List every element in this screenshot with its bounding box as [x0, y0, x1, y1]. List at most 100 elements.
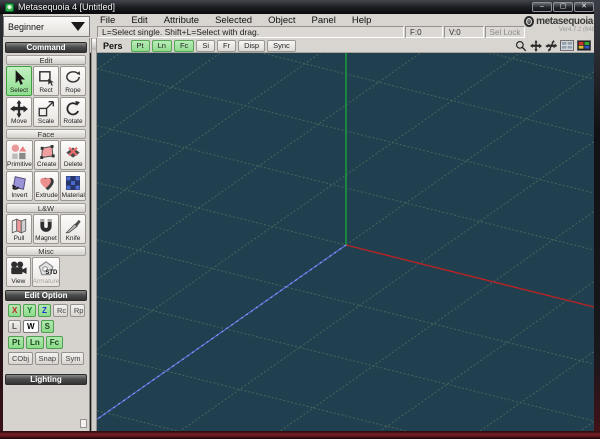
viewport-toggle-fc[interactable]: Fc: [173, 39, 195, 52]
close-button[interactable]: ✕: [574, 2, 594, 12]
menu-attribute[interactable]: Attribute: [156, 15, 207, 26]
window-border-bottom: [0, 431, 600, 439]
maximize-button[interactable]: ▢: [553, 2, 573, 12]
create-button[interactable]: Create: [33, 140, 60, 170]
option-w-toggle[interactable]: W: [23, 320, 39, 333]
option-l-toggle[interactable]: L: [8, 320, 21, 333]
magnet-button[interactable]: Magnet: [33, 214, 59, 244]
minimize-button[interactable]: –: [532, 2, 552, 12]
orbit-icon[interactable]: [545, 39, 558, 52]
viewport-toggle-pt[interactable]: Pt: [130, 39, 150, 52]
menu-panel[interactable]: Panel: [304, 15, 344, 26]
viewport-toggle-sync[interactable]: Sync: [267, 39, 296, 52]
scale-icon: [37, 100, 55, 118]
option-x-toggle[interactable]: X: [8, 304, 21, 317]
panel-resize-grip[interactable]: [80, 419, 87, 428]
mode-dropdown[interactable]: Beginner: [3, 16, 90, 37]
select-icon: [10, 69, 28, 87]
edit-option-row-3: Pt Ln Fc: [8, 336, 85, 349]
viewport-header: Pers Pt Ln Fc Si Fr Disp Sync: [97, 38, 594, 53]
rect-button[interactable]: Rect: [33, 66, 59, 96]
invert-button[interactable]: Invert: [6, 171, 33, 201]
button-label: Primitive: [7, 160, 32, 168]
button-label: Move: [11, 117, 27, 125]
rope-button[interactable]: Rope: [60, 66, 86, 96]
group-header-edit: Edit: [6, 55, 86, 65]
scale-button[interactable]: Scale: [33, 97, 59, 127]
window-title: Metasequoia 4 [Untitled]: [18, 2, 116, 12]
option-y-toggle[interactable]: Y: [23, 304, 36, 317]
material-button[interactable]: Material: [60, 171, 86, 201]
metasequoia-window: Metasequoia 4 [Untitled] – ▢ ✕ Beginner …: [0, 0, 600, 439]
option-s-toggle[interactable]: S: [40, 320, 54, 333]
edit-option-row-4: CObj Snap Sym: [8, 352, 85, 365]
rotate-icon: [64, 100, 82, 118]
edit-option-rows: X Y Z Rc Rp L W S Pt Ln Fc CObj Snap Sym: [3, 304, 89, 365]
sel-lock-toggle[interactable]: Sel Lock: [485, 26, 525, 38]
button-label: Delete: [63, 160, 83, 168]
option-sym-toggle[interactable]: Sym: [61, 352, 84, 365]
view-button[interactable]: View: [6, 257, 31, 287]
app-icon: [5, 2, 14, 12]
face-count: F:0: [405, 26, 443, 38]
move-button[interactable]: Move: [6, 97, 32, 127]
button-grid: Select Rect Rope Move Scale Rotate: [6, 66, 86, 127]
delete-button[interactable]: Delete: [60, 140, 86, 170]
edit-option-row-2: LWS: [8, 320, 85, 333]
pull-button[interactable]: Pull: [6, 214, 32, 244]
button-label: Magnet: [35, 234, 57, 242]
menu-help[interactable]: Help: [344, 15, 380, 26]
viewport-canvas[interactable]: [97, 53, 594, 431]
option-cobj-toggle[interactable]: CObj: [8, 352, 33, 365]
armature-button[interactable]: STD Armature: [31, 257, 61, 287]
option-pt-toggle[interactable]: Pt: [8, 336, 24, 349]
menu-object[interactable]: Object: [260, 15, 303, 26]
menu-selected[interactable]: Selected: [207, 15, 260, 26]
option-snap-toggle[interactable]: Snap: [34, 352, 60, 365]
command-panel-title[interactable]: Command: [5, 42, 87, 53]
option-rp-toggle[interactable]: Rp: [69, 304, 85, 317]
edit-option-title[interactable]: Edit Option: [5, 290, 87, 301]
vertex-count: V:0: [444, 26, 484, 38]
view-mode-label[interactable]: Pers: [103, 41, 123, 51]
knife-icon: [64, 217, 82, 235]
rect-icon: [37, 69, 55, 87]
button-label: Rotate: [63, 117, 83, 125]
knife-button[interactable]: Knife: [60, 214, 86, 244]
splitter-grip[interactable]: [92, 39, 96, 50]
group-header-lw: L&W: [6, 203, 86, 213]
group-header-face: Face: [6, 129, 86, 139]
option-fc-toggle[interactable]: Fc: [45, 336, 64, 349]
hint-text: L=Select single. Shift+L=Select with dra…: [97, 26, 404, 38]
button-label: Material: [61, 191, 85, 199]
command-panel: Command Edit Select Rect Rope Move Scale Rotat…: [3, 38, 90, 431]
lighting-title[interactable]: Lighting: [5, 374, 87, 385]
command-groups: Edit Select Rect Rope Move Scale Rotate Face Pri…: [3, 55, 89, 287]
option-ln-toggle[interactable]: Ln: [26, 336, 44, 349]
button-grid: Pull Magnet Knife: [6, 214, 86, 244]
menu-file[interactable]: File: [92, 15, 123, 26]
button-label: Rect: [39, 86, 53, 94]
display-gray-icon[interactable]: [560, 40, 574, 51]
extrude-button[interactable]: Extrude: [33, 171, 60, 201]
viewport-toggle-fr[interactable]: Fr: [216, 39, 237, 52]
display-color-icon[interactable]: [577, 40, 591, 51]
viewport-toggle-disp[interactable]: Disp: [238, 39, 266, 52]
button-label: Create: [36, 160, 57, 168]
option-z-toggle[interactable]: Z: [38, 304, 51, 317]
button-label: Select: [9, 86, 29, 94]
menu-edit[interactable]: Edit: [123, 15, 155, 26]
titlebar[interactable]: Metasequoia 4 [Untitled] – ▢ ✕: [0, 0, 600, 14]
rotate-button[interactable]: Rotate: [60, 97, 86, 127]
view-icon: [9, 260, 27, 278]
viewport-toggle-si[interactable]: Si: [196, 39, 215, 52]
button-label: Invert: [11, 191, 28, 199]
select-button[interactable]: Select: [6, 66, 32, 96]
chevron-down-icon: [71, 22, 85, 31]
viewport-toggle-ln[interactable]: Ln: [151, 39, 172, 52]
zoom-icon[interactable]: [515, 40, 527, 52]
primitive-button[interactable]: Primitive: [6, 140, 33, 170]
mode-dropdown-value: Beginner: [8, 21, 45, 32]
option-rc-toggle[interactable]: Rc: [53, 304, 68, 317]
pan-icon[interactable]: [530, 39, 542, 52]
